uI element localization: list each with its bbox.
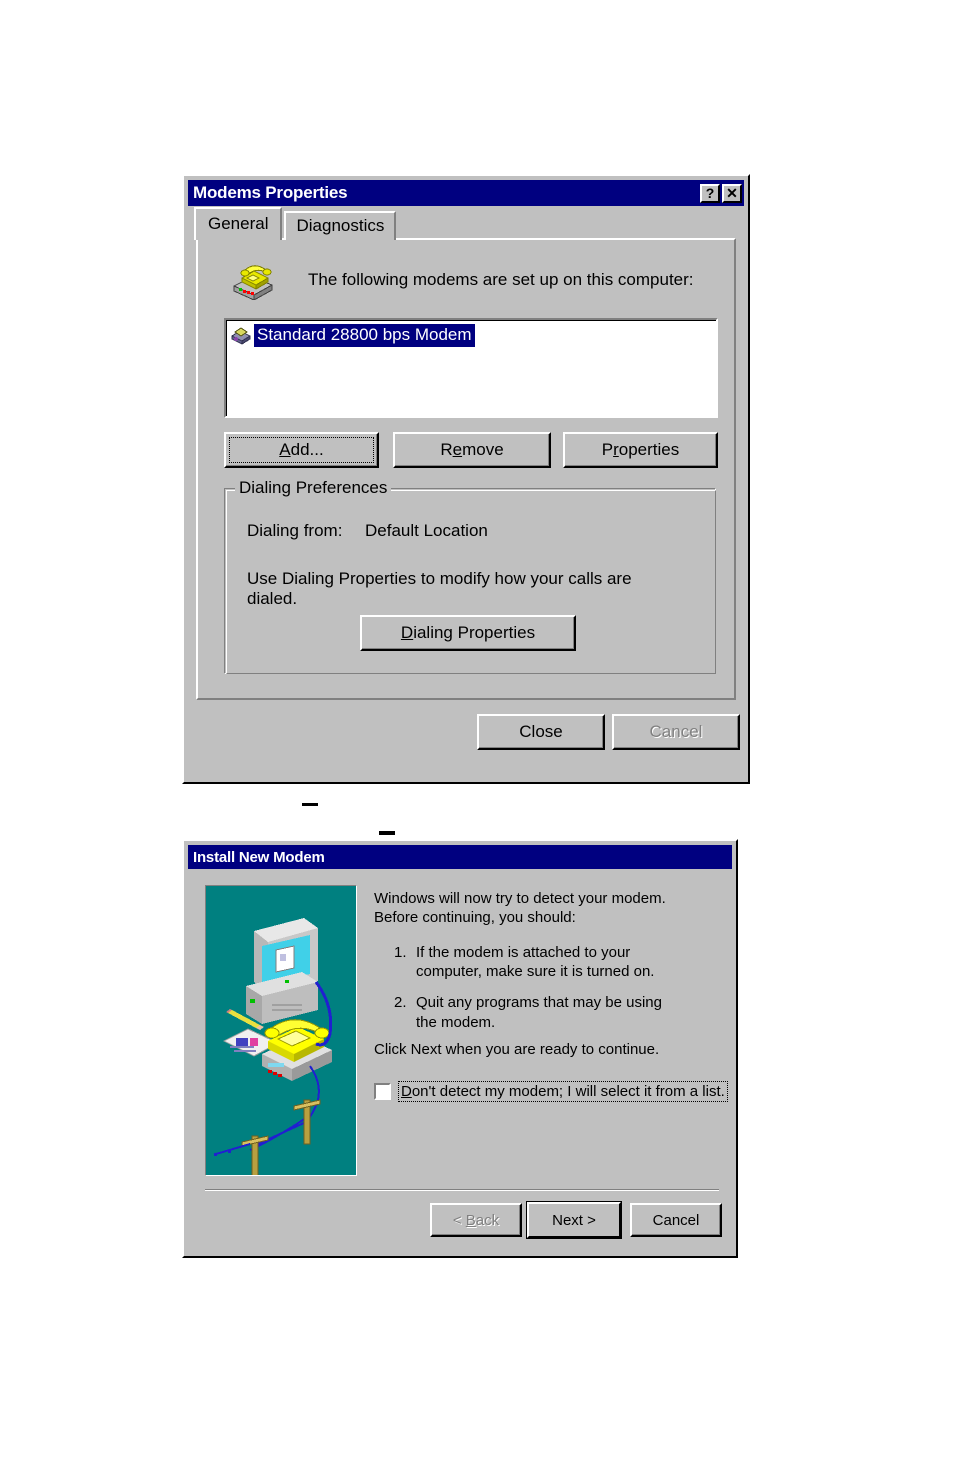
cancel-button-label: Cancel [649, 722, 703, 741]
close-icon[interactable]: ✕ [722, 183, 742, 203]
window-title: Modems Properties [193, 183, 348, 202]
page-dash-mark-2 [379, 831, 395, 835]
dont-detect-modem-checkbox[interactable] [374, 1083, 391, 1100]
step-number: 2. [394, 994, 407, 1012]
list-item: 2. Quit any programs that may be using t… [394, 993, 674, 1031]
next-button[interactable]: Next > [526, 1201, 622, 1239]
wizard-steps-list: 1. If the modem is attached to your comp… [394, 943, 674, 1044]
page-dash-mark-1 [302, 803, 318, 806]
close-button-footer[interactable]: Close [477, 714, 605, 750]
wizard-intro-text: Windows will now try to detect your mode… [374, 890, 666, 927]
list-item[interactable]: Standard 28800 bps Modem [230, 323, 716, 347]
tabstrip: General Diagnostics [194, 207, 397, 240]
intro-text: The following modems are set up on this … [308, 270, 694, 289]
dialing-properties-button[interactable]: Dialing Properties [360, 615, 576, 651]
wizard-window-title: Install New Modem [193, 848, 325, 866]
step-text: Quit any programs that may be using the … [416, 994, 662, 1031]
tab-panel-general: The following modems are set up on this … [196, 238, 736, 700]
tab-general-label: General [208, 214, 269, 233]
cancel-button-footer: Cancel [612, 714, 740, 750]
dialing-preferences-title: Dialing Preferences [235, 478, 392, 498]
wizard-cancel-label: Cancel [652, 1211, 700, 1229]
install-new-modem-window: Install New Modem Windows will now try t… [182, 839, 738, 1258]
list-item-label: Standard 28800 bps Modem [254, 323, 475, 347]
close-button-label: Close [519, 722, 563, 741]
step-number: 1. [394, 944, 407, 961]
modem-phone-icon [230, 258, 276, 301]
list-item: 1. If the modem is attached to your comp… [394, 943, 674, 981]
remove-button[interactable]: Remove [393, 432, 551, 468]
modems-properties-titlebar: Modems Properties ? ✕ [188, 180, 744, 206]
computer-and-modem-illustration [205, 885, 357, 1176]
dont-detect-modem-checkbox-row[interactable]: Don't detect my modem; I will select it … [374, 1081, 728, 1102]
properties-button[interactable]: Properties [563, 432, 718, 468]
help-icon[interactable]: ? [700, 183, 720, 203]
tab-general[interactable]: General [194, 207, 283, 240]
wizard-continue-text: Click Next when you are ready to continu… [374, 1041, 660, 1058]
modems-properties-window: Modems Properties ? ✕ General Diagnostic… [182, 174, 750, 784]
dont-detect-modem-label-rest: on't detect my modem; I will select it f… [411, 1083, 725, 1100]
dialing-from-value: Default Location [365, 521, 488, 540]
tab-diagnostics[interactable]: Diagnostics [284, 211, 397, 240]
back-button: < Back [430, 1203, 522, 1237]
dialing-hint-text: Use Dialing Properties to modify how you… [247, 569, 632, 608]
modem-device-icon [230, 325, 252, 345]
wizard-separator [205, 1189, 719, 1191]
add-button[interactable]: Add... [224, 432, 379, 468]
add-button-label-rest: dd... [290, 440, 324, 459]
dialing-from-label: Dialing from: [247, 521, 343, 540]
step-text: If the modem is attached to your compute… [416, 944, 655, 981]
modem-listbox[interactable]: Standard 28800 bps Modem [224, 318, 718, 418]
wizard-cancel-button[interactable]: Cancel [630, 1203, 722, 1237]
install-new-modem-titlebar: Install New Modem [188, 845, 732, 869]
tab-diagnostics-label: Diagnostics [296, 216, 385, 235]
dialing-preferences-group: Dialing Preferences Dialing from: Defaul… [224, 478, 716, 674]
dont-detect-modem-label[interactable]: Don't detect my modem; I will select it … [398, 1081, 728, 1102]
next-button-label: Next > [552, 1211, 596, 1229]
